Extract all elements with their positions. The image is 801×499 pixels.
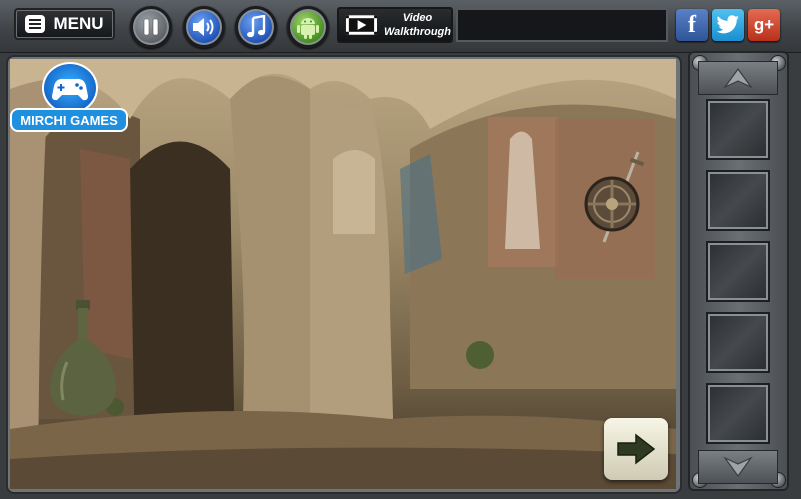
inventory-slot-4[interactable] — [706, 312, 770, 373]
inventory-slot-1[interactable] — [706, 99, 770, 160]
inventory-slot-2[interactable] — [706, 170, 770, 231]
facebook-button[interactable]: f — [676, 9, 708, 41]
twitter-icon — [716, 15, 739, 34]
logo-text: MIRCHI GAMES — [12, 110, 126, 130]
arrow-right-icon — [617, 433, 656, 465]
chevron-up-icon — [723, 67, 753, 89]
twitter-button[interactable] — [712, 9, 744, 41]
music-button[interactable] — [235, 6, 277, 48]
top-toolbar: MENU Video Walkthrough f g+ — [0, 0, 801, 53]
pause-button[interactable] — [130, 6, 172, 48]
bottle-item[interactable] — [47, 300, 119, 418]
video-walkthrough-button[interactable]: Video Walkthrough — [337, 7, 453, 43]
android-button[interactable] — [287, 6, 329, 48]
gamepad-mascot-icon — [42, 62, 98, 114]
android-icon — [297, 18, 319, 39]
mirchi-games-logo[interactable]: MIRCHI GAMES — [12, 62, 126, 132]
speaker-icon — [193, 18, 214, 36]
message-bar — [456, 8, 668, 42]
hamburger-icon — [25, 15, 46, 33]
google-plus-icon: g+ — [753, 15, 775, 34]
chevron-down-icon — [723, 456, 753, 478]
facebook-icon: f — [688, 11, 696, 38]
next-scene-button[interactable] — [604, 418, 668, 480]
video-label-line2: Walkthrough — [383, 26, 451, 38]
pause-icon — [143, 18, 159, 36]
menu-label: MENU — [53, 14, 104, 33]
sound-button[interactable] — [183, 6, 225, 48]
menu-button[interactable]: MENU — [14, 8, 115, 40]
inventory-scroll-up-button[interactable] — [698, 61, 778, 95]
film-clapper-icon — [345, 15, 378, 35]
music-note-icon — [247, 15, 266, 38]
inventory-scroll-down-button[interactable] — [698, 450, 778, 484]
inventory-slot-5[interactable] — [706, 383, 770, 444]
video-label-line1: Video — [402, 12, 433, 24]
shield-item[interactable] — [582, 150, 648, 246]
google-plus-button[interactable]: g+ — [748, 9, 780, 41]
inventory-slot-3[interactable] — [706, 241, 770, 302]
